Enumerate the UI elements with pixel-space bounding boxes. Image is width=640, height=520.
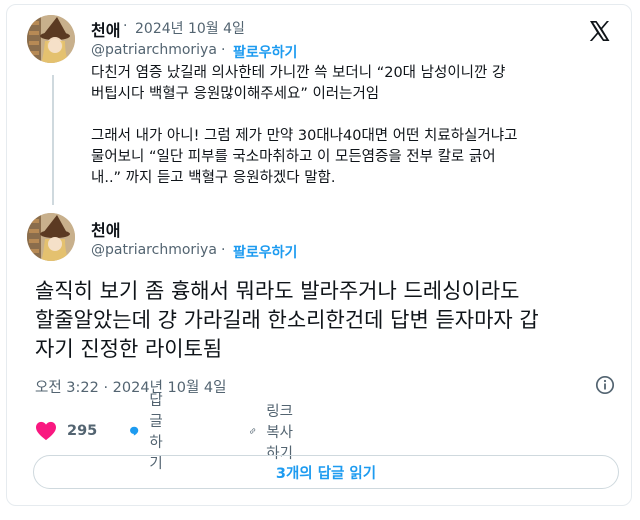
tweet-body: 다친거 염증 났길래 의사한테 가니깐 쓱 보더니 “20대 남성이니깐 걍 버…: [91, 65, 518, 186]
like-count: 295: [67, 423, 98, 439]
tweet-date[interactable]: 2024년 10월 4일: [135, 18, 245, 38]
author-handle[interactable]: @patriarchmoriya: [91, 42, 217, 58]
reply-button[interactable]: 답글하기: [129, 393, 174, 472]
follow-button[interactable]: 팔로우하기: [233, 242, 297, 262]
follow-button[interactable]: 팔로우하기: [233, 42, 297, 62]
separator-dot: ·: [221, 42, 226, 58]
link-icon: [250, 428, 256, 434]
copy-link-button[interactable]: 링크 복사하기: [249, 404, 294, 462]
author-name[interactable]: 천애: [91, 217, 120, 241]
copy-link-label: 링크 복사하기: [266, 403, 293, 462]
avatar-image: [27, 15, 75, 63]
author-name[interactable]: 천애: [91, 17, 120, 41]
author-handle[interactable]: @patriarchmoriya: [91, 242, 217, 258]
reply-bubble-icon: [130, 426, 139, 436]
x-logo-icon[interactable]: [587, 19, 611, 43]
thread-connector-line: [52, 75, 54, 205]
avatar[interactable]: [27, 213, 75, 261]
tweet-body: 솔직히 보기 좀 흉해서 뭐라도 발라주거나 드레싱이라도 할줄알았는데 걍 가…: [35, 279, 539, 361]
info-icon[interactable]: [595, 375, 615, 395]
read-replies-button[interactable]: 3개의 답글 읽기: [33, 455, 619, 489]
avatar-image: [27, 213, 75, 261]
tweet-timestamp[interactable]: 오전 3:22 · 2024년 10월 4일: [35, 376, 227, 397]
like-heart-icon: [36, 421, 56, 441]
avatar[interactable]: [27, 15, 75, 63]
separator-dot: ·: [221, 242, 226, 258]
separator-dot: ·: [123, 18, 128, 34]
like-button[interactable]: 295: [35, 419, 97, 443]
tweet-card: 천애 · 2024년 10월 4일 @patriarchmoriya · 팔로우…: [6, 4, 632, 506]
